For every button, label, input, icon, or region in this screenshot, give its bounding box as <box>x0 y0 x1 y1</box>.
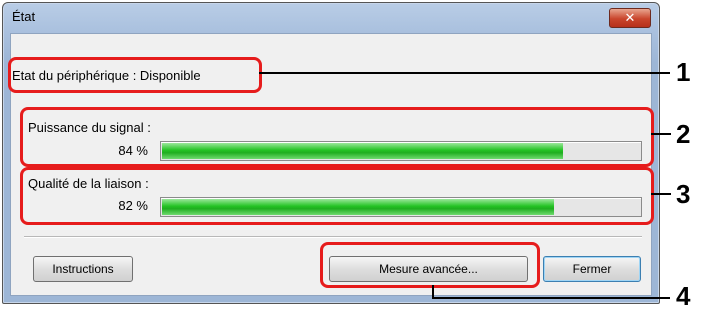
callout-line-2 <box>651 133 671 135</box>
title-bar[interactable]: État ✕ <box>3 3 659 33</box>
close-window-button[interactable]: ✕ <box>609 8 651 28</box>
callout-number-2: 2 <box>676 119 691 149</box>
callout-box-2 <box>20 107 654 167</box>
callout-line-3 <box>651 193 671 195</box>
callout-number-3: 3 <box>676 179 691 209</box>
callout-line-1 <box>259 72 670 74</box>
window-title: État <box>12 9 36 24</box>
instructions-button[interactable]: Instructions <box>33 256 133 282</box>
callout-number-4: 4 <box>676 281 691 311</box>
callout-number-1: 1 <box>676 57 691 87</box>
separator <box>24 236 642 238</box>
callout-box-1 <box>8 57 262 93</box>
close-button[interactable]: Fermer <box>543 256 641 282</box>
close-icon: ✕ <box>624 10 636 25</box>
callout-line-4-horizontal <box>432 297 670 299</box>
callout-box-3 <box>20 167 654 225</box>
callout-box-4 <box>320 242 540 288</box>
